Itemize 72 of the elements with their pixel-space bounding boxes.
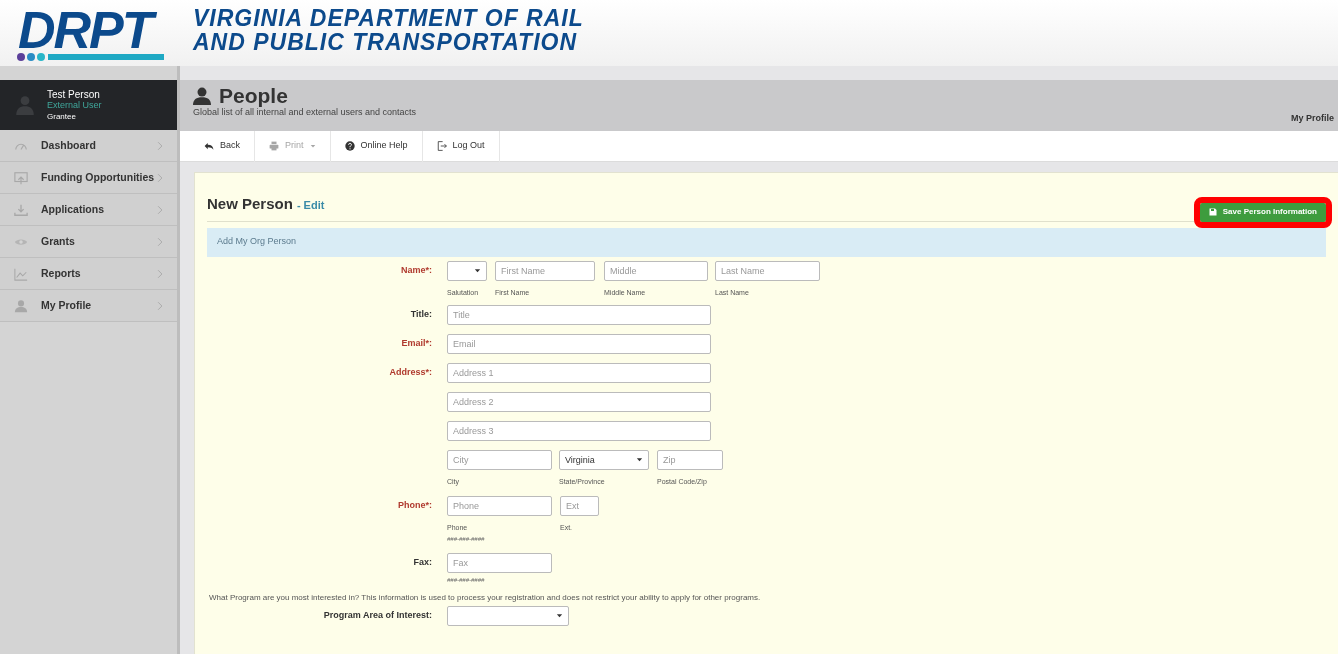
sidebar-item-label: Dashboard [41,137,97,153]
form-title: New Person [207,194,293,214]
user-name: Test Person [47,88,101,100]
input-field[interactable]: Ext [560,495,599,516]
sidebar-item-label: Reports [41,265,82,281]
logo-text: DRPT [16,4,162,56]
info-text: What Program are you most interested in? This information is used to process your registration and does not restrict your ability to apply for other programs. [209,591,762,604]
input-field[interactable]: City [447,449,552,470]
dropdown[interactable]: Virginia [559,449,649,470]
download-icon [14,202,28,217]
page-subtitle: Global list of all internal and external users and contacts [193,107,417,118]
sidebar-item-label: Funding Opportunities [41,169,155,185]
sidebar-item[interactable]: Reports [0,258,177,290]
sidebar-item[interactable]: Funding Opportunities [0,162,177,194]
sidebar-item-label: My Profile [41,297,93,313]
agency-name: VIRGINIA DEPARTMENT OF RAIL [193,6,584,30]
chevron-right-icon [155,267,165,280]
input-field[interactable]: Title [447,304,711,325]
toolbar-button[interactable]: Back [190,130,255,162]
chevron-right-icon [155,139,165,152]
printer-icon [269,141,279,151]
chevron-right-icon [155,235,165,248]
field-label: Program Area of Interest: [323,609,432,620]
input-field[interactable]: Address 1 [447,362,711,383]
field-label: Phone*: [398,499,432,510]
input-field[interactable]: Zip [657,449,723,470]
sidebar-item[interactable]: Applications [0,194,177,226]
input-field[interactable]: Email [447,333,711,354]
input-field[interactable]: Phone [447,495,552,516]
caret-icon [474,267,481,274]
chevron-right-icon [155,299,165,312]
chevron-right-icon [155,203,165,216]
logout-icon [436,141,447,151]
sidebar-item[interactable]: My Profile [0,290,177,322]
field-label: Email*: [401,337,432,348]
dropdown-value: Virginia [565,453,595,466]
sidebar-item[interactable]: Dashboard [0,130,177,162]
sidebar-item-label: Grants [41,233,76,249]
logo-stripe-icon [16,52,166,62]
chevron-right-icon [155,171,165,184]
input-field[interactable]: Middle [604,260,708,281]
field-label: Fax: [413,556,432,567]
field-label: Name*: [401,264,432,275]
input-field[interactable]: Last Name [715,260,820,281]
edit-link[interactable]: - Edit [296,197,325,214]
person-icon [14,298,28,313]
field-label: Address*: [389,366,432,377]
dropdown[interactable] [447,605,569,626]
caret-icon [636,456,643,463]
chart-icon [14,266,28,281]
page-title: People [219,85,288,107]
caret-icon [556,612,563,619]
field-label: Title: [410,308,432,319]
my-profile-link[interactable]: My Profile [1291,112,1334,126]
sidebar-item-label: Applications [41,201,105,217]
upload-icon [14,170,28,185]
avatar-icon [15,94,35,116]
dropdown[interactable] [447,260,487,281]
input-field[interactable]: First Name [495,260,595,281]
input-field[interactable]: Address 2 [447,391,711,412]
input-field[interactable]: Fax [447,552,552,573]
user-role: External User [47,99,102,111]
person-icon [193,87,211,105]
section-header: Add My Org Person [207,227,1326,257]
toolbar-button[interactable]: Log Out [422,130,500,162]
back-arrow-icon [204,141,214,151]
user-group: Grantee [47,110,102,122]
sidebar-item[interactable]: Grants [0,226,177,258]
help-icon [344,141,355,151]
toolbar-button[interactable]: Online Help [330,130,423,162]
agency-name: AND PUBLIC TRANSPORTATION [193,30,579,54]
input-field[interactable]: Address 3 [447,420,711,441]
